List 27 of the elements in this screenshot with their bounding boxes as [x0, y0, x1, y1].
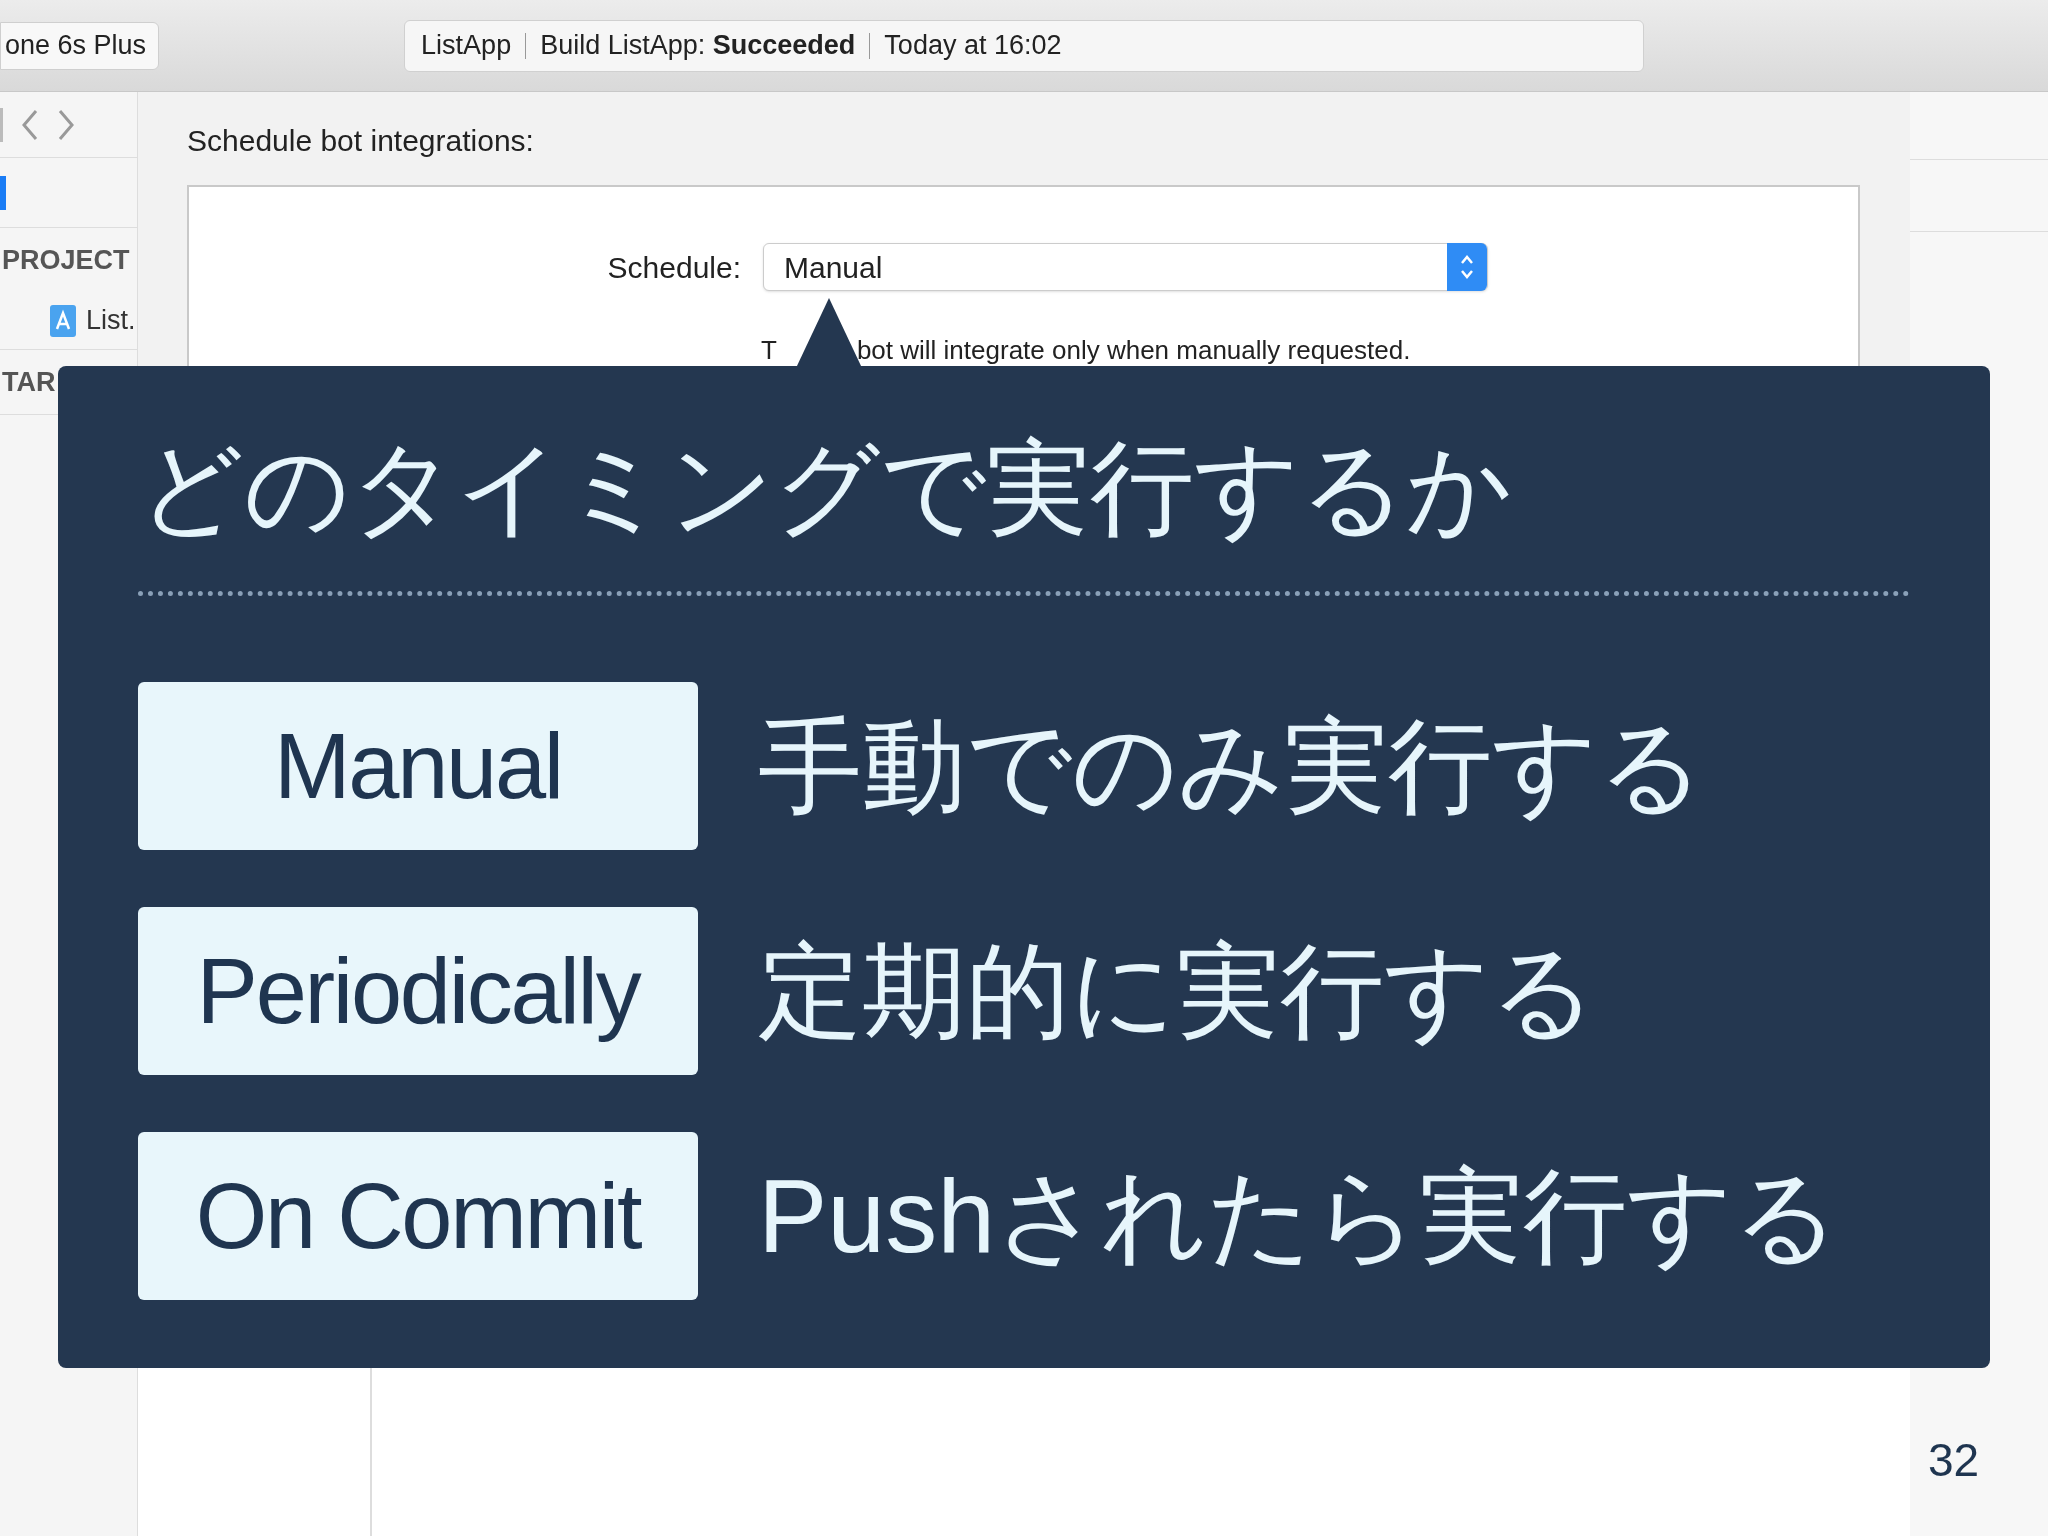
- option-tag: On Commit: [138, 1131, 698, 1300]
- callout-title: どのタイミングで実行するか: [138, 429, 1513, 548]
- project-name: ListApp: [421, 29, 512, 63]
- forward-icon[interactable]: [57, 108, 75, 141]
- description-text: T: [761, 334, 777, 367]
- section-heading: Schedule bot integrations:: [187, 123, 535, 159]
- option-description: 手動でのみ実行する: [758, 706, 1704, 826]
- item-label: List.: [86, 304, 136, 338]
- option-tag: Periodically: [138, 906, 698, 1075]
- option-description: 定期的に実行する: [758, 931, 1596, 1051]
- schedule-dropdown[interactable]: Manual: [763, 243, 1488, 291]
- divider-icon: [0, 107, 3, 142]
- selection-marker: [0, 175, 6, 210]
- stepper-icon: [1447, 243, 1487, 291]
- option-tag: Manual: [138, 681, 698, 850]
- sidebar-item[interactable]: List.: [0, 292, 137, 349]
- build-time: Today at 16:02: [884, 29, 1062, 63]
- schedule-label: Schedule:: [606, 249, 742, 286]
- section-header: PROJECT: [1, 244, 131, 277]
- option-description: Pushされたら実行する: [758, 1156, 1840, 1276]
- app-file-icon: [48, 302, 78, 339]
- section-header: TAR: [1, 365, 57, 399]
- build-status: Build ListApp: Succeeded: [540, 29, 856, 63]
- device-selector[interactable]: one 6s Plus: [0, 21, 160, 70]
- page-number: 32: [1928, 1433, 1980, 1488]
- back-icon[interactable]: [21, 108, 39, 141]
- description-text: bot will integrate only when manually requested.: [856, 334, 1411, 367]
